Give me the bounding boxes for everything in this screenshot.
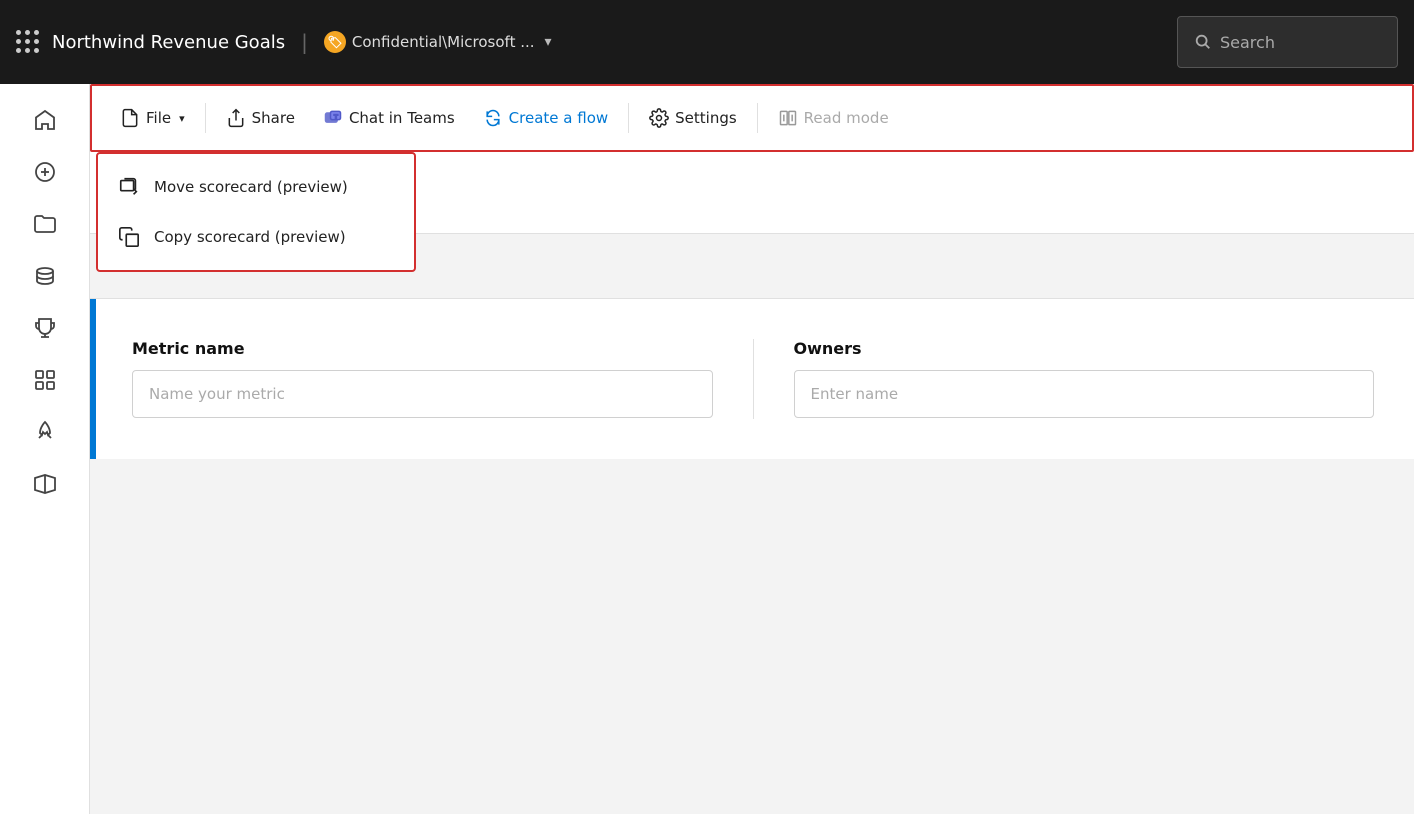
apps-launcher[interactable] bbox=[16, 30, 40, 54]
copy-scorecard-icon bbox=[118, 226, 140, 248]
copy-scorecard-label: Copy scorecard (preview) bbox=[154, 228, 346, 246]
layout: File ▾ Share T Chat in bbox=[0, 84, 1414, 814]
share-icon bbox=[226, 108, 246, 128]
sidebar-item-rocket[interactable] bbox=[21, 408, 69, 456]
settings-button[interactable]: Settings bbox=[637, 100, 749, 136]
sensitivity-chevron: ▾ bbox=[545, 34, 552, 50]
metric-name-input[interactable] bbox=[132, 370, 713, 418]
file-dropdown-menu: Move scorecard (preview) Copy scorecard … bbox=[96, 152, 416, 272]
settings-label: Settings bbox=[675, 109, 737, 127]
sidebar-item-browse[interactable] bbox=[21, 200, 69, 248]
metric-name-field: Metric name bbox=[132, 339, 713, 419]
sidebar bbox=[0, 84, 90, 814]
metric-content: Metric name Owners bbox=[96, 299, 1414, 459]
title-divider: | bbox=[301, 30, 308, 54]
move-scorecard-icon bbox=[118, 176, 140, 198]
settings-icon bbox=[649, 108, 669, 128]
field-separator bbox=[753, 339, 754, 419]
owners-input[interactable] bbox=[794, 370, 1375, 418]
share-button[interactable]: Share bbox=[214, 100, 307, 136]
teams-label: Chat in Teams bbox=[349, 109, 455, 127]
readmode-button[interactable]: Read mode bbox=[766, 100, 901, 136]
flow-label: Create a flow bbox=[509, 109, 608, 127]
owners-field: Owners bbox=[794, 339, 1375, 419]
search-icon bbox=[1194, 33, 1212, 51]
main-content: File ▾ Share T Chat in bbox=[90, 84, 1414, 814]
separator-1 bbox=[205, 103, 206, 133]
move-scorecard-item[interactable]: Move scorecard (preview) bbox=[98, 162, 414, 212]
sensitivity-label[interactable]: 🏷 Confidential\Microsoft ... ▾ bbox=[324, 31, 552, 53]
teams-button[interactable]: T Chat in Teams bbox=[311, 100, 467, 136]
app-title: Northwind Revenue Goals bbox=[52, 32, 285, 53]
sidebar-item-home[interactable] bbox=[21, 96, 69, 144]
file-chevron: ▾ bbox=[179, 112, 185, 125]
file-label: File bbox=[146, 109, 171, 127]
separator-3 bbox=[757, 103, 758, 133]
readmode-icon bbox=[778, 108, 798, 128]
svg-text:T: T bbox=[334, 114, 338, 121]
sensitivity-icon: 🏷 bbox=[324, 31, 346, 53]
sidebar-item-goals[interactable] bbox=[21, 304, 69, 352]
owners-label: Owners bbox=[794, 339, 1375, 358]
flow-icon bbox=[483, 108, 503, 128]
topbar: Northwind Revenue Goals | 🏷 Confidential… bbox=[0, 0, 1414, 84]
teams-icon: T bbox=[323, 108, 343, 128]
sidebar-item-learn[interactable] bbox=[21, 460, 69, 508]
sensitivity-text: Confidential\Microsoft ... bbox=[352, 33, 535, 51]
file-icon bbox=[120, 108, 140, 128]
search-input[interactable] bbox=[1220, 33, 1360, 52]
readmode-label: Read mode bbox=[804, 109, 889, 127]
sidebar-item-create[interactable] bbox=[21, 148, 69, 196]
separator-2 bbox=[628, 103, 629, 133]
move-scorecard-label: Move scorecard (preview) bbox=[154, 178, 348, 196]
metric-row: Metric name Owners bbox=[90, 298, 1414, 459]
create-flow-button[interactable]: Create a flow bbox=[471, 100, 620, 136]
search-box[interactable] bbox=[1177, 16, 1398, 68]
toolbar: File ▾ Share T Chat in bbox=[90, 84, 1414, 152]
metric-name-label: Metric name bbox=[132, 339, 713, 358]
copy-scorecard-item[interactable]: Copy scorecard (preview) bbox=[98, 212, 414, 262]
sidebar-item-datahub[interactable] bbox=[21, 252, 69, 300]
share-label: Share bbox=[252, 109, 295, 127]
sidebar-item-apps[interactable] bbox=[21, 356, 69, 404]
file-button[interactable]: File ▾ bbox=[108, 100, 197, 136]
